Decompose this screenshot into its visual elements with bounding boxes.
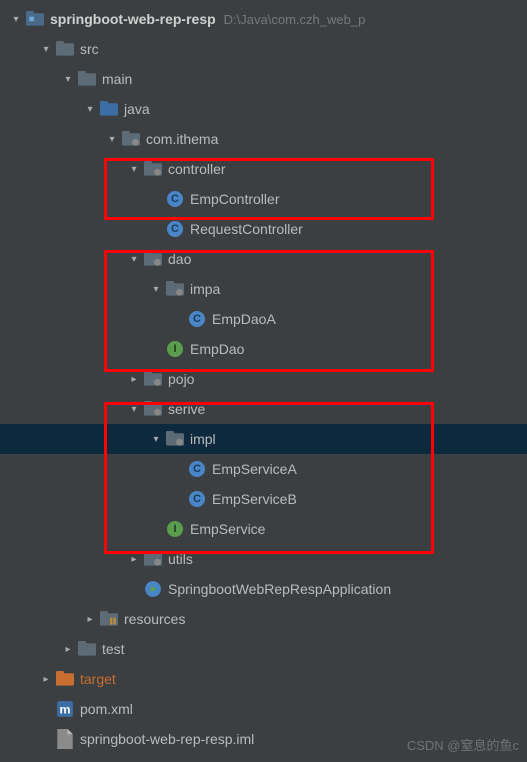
tree-row-package[interactable]: ▾ com.ithema <box>0 124 527 154</box>
node-label: main <box>102 71 132 87</box>
class-icon: C <box>188 460 206 478</box>
node-label: impl <box>190 431 216 447</box>
expand-arrow-icon[interactable]: ▾ <box>148 281 164 297</box>
tree-row-pom[interactable]: m pom.xml <box>0 694 527 724</box>
node-label: target <box>80 671 116 687</box>
node-label: utils <box>168 551 193 567</box>
root-path: D:\Java\com.czh_web_p <box>224 12 366 27</box>
node-label: EmpDaoA <box>212 311 276 327</box>
package-icon <box>144 550 162 568</box>
root-label: springboot-web-rep-resp <box>50 11 216 27</box>
tree-row-interface[interactable]: I EmpService <box>0 514 527 544</box>
interface-icon: I <box>166 520 184 538</box>
node-label: EmpController <box>190 191 279 207</box>
expand-arrow-icon[interactable]: ▾ <box>82 101 98 117</box>
node-label: src <box>80 41 99 57</box>
tree-row-class[interactable]: C EmpServiceB <box>0 484 527 514</box>
project-tree[interactable]: ▾ springboot-web-rep-resp D:\Java\com.cz… <box>0 0 527 754</box>
tree-row-impl[interactable]: ▾ impl <box>0 424 527 454</box>
tree-row-class[interactable]: C EmpDaoA <box>0 304 527 334</box>
node-label: pom.xml <box>80 701 133 717</box>
source-folder-icon <box>100 100 118 118</box>
node-label: EmpDao <box>190 341 244 357</box>
tree-row-root[interactable]: ▾ springboot-web-rep-resp D:\Java\com.cz… <box>0 4 527 34</box>
node-label: springboot-web-rep-resp.iml <box>80 731 254 747</box>
tree-row-impa[interactable]: ▾ impa <box>0 274 527 304</box>
expand-arrow-icon[interactable]: ▾ <box>8 11 24 27</box>
node-label: java <box>124 101 150 117</box>
expand-arrow-icon[interactable]: ▾ <box>148 431 164 447</box>
node-label: EmpServiceA <box>212 461 297 477</box>
tree-row-serive[interactable]: ▾ serive <box>0 394 527 424</box>
spring-run-icon <box>144 580 162 598</box>
package-icon <box>166 430 184 448</box>
tree-row-interface[interactable]: I EmpDao <box>0 334 527 364</box>
collapse-arrow-icon[interactable]: ▸ <box>60 641 76 657</box>
folder-icon <box>78 640 96 658</box>
tree-row-utils[interactable]: ▸ utils <box>0 544 527 574</box>
package-icon <box>166 280 184 298</box>
tree-row-target[interactable]: ▸ target <box>0 664 527 694</box>
expand-arrow-icon[interactable]: ▾ <box>126 161 142 177</box>
tree-row-class[interactable]: C EmpServiceA <box>0 454 527 484</box>
class-icon: C <box>188 490 206 508</box>
tree-row-test[interactable]: ▸ test <box>0 634 527 664</box>
node-label: RequestController <box>190 221 303 237</box>
class-icon: C <box>166 220 184 238</box>
collapse-arrow-icon[interactable]: ▸ <box>38 671 54 687</box>
node-label: controller <box>168 161 226 177</box>
tree-row-src[interactable]: ▾ src <box>0 34 527 64</box>
excluded-folder-icon <box>56 670 74 688</box>
resources-folder-icon <box>100 610 118 628</box>
collapse-arrow-icon[interactable]: ▸ <box>82 611 98 627</box>
tree-row-pojo[interactable]: ▸ pojo <box>0 364 527 394</box>
node-label: test <box>102 641 125 657</box>
module-folder-icon <box>26 10 44 28</box>
node-label: serive <box>168 401 205 417</box>
expand-arrow-icon[interactable]: ▾ <box>38 41 54 57</box>
interface-icon: I <box>166 340 184 358</box>
tree-row-application[interactable]: SpringbootWebRepRespApplication <box>0 574 527 604</box>
tree-row-dao[interactable]: ▾ dao <box>0 244 527 274</box>
svg-text:m: m <box>60 703 71 717</box>
tree-row-class[interactable]: C EmpController <box>0 184 527 214</box>
package-icon <box>144 160 162 178</box>
tree-row-resources[interactable]: ▸ resources <box>0 604 527 634</box>
folder-icon <box>78 70 96 88</box>
collapse-arrow-icon[interactable]: ▸ <box>126 371 142 387</box>
expand-arrow-icon[interactable]: ▾ <box>126 401 142 417</box>
expand-arrow-icon[interactable]: ▾ <box>104 131 120 147</box>
package-icon <box>122 130 140 148</box>
package-icon <box>144 400 162 418</box>
class-icon: C <box>166 190 184 208</box>
node-label: EmpServiceB <box>212 491 297 507</box>
collapse-arrow-icon[interactable]: ▸ <box>126 551 142 567</box>
package-icon <box>144 370 162 388</box>
expand-arrow-icon[interactable]: ▾ <box>126 251 142 267</box>
maven-icon: m <box>56 700 74 718</box>
node-label: com.ithema <box>146 131 218 147</box>
node-label: resources <box>124 611 185 627</box>
node-label: impa <box>190 281 220 297</box>
tree-row-java[interactable]: ▾ java <box>0 94 527 124</box>
node-label: dao <box>168 251 191 267</box>
expand-arrow-icon[interactable]: ▾ <box>60 71 76 87</box>
class-icon: C <box>188 310 206 328</box>
tree-row-controller[interactable]: ▾ controller <box>0 154 527 184</box>
folder-icon <box>56 40 74 58</box>
node-label: pojo <box>168 371 194 387</box>
tree-row-main[interactable]: ▾ main <box>0 64 527 94</box>
file-icon <box>56 730 74 748</box>
node-label: SpringbootWebRepRespApplication <box>168 581 391 597</box>
tree-row-class[interactable]: C RequestController <box>0 214 527 244</box>
package-icon <box>144 250 162 268</box>
node-label: EmpService <box>190 521 265 537</box>
watermark: CSDN @窒息的鱼c <box>407 735 519 754</box>
